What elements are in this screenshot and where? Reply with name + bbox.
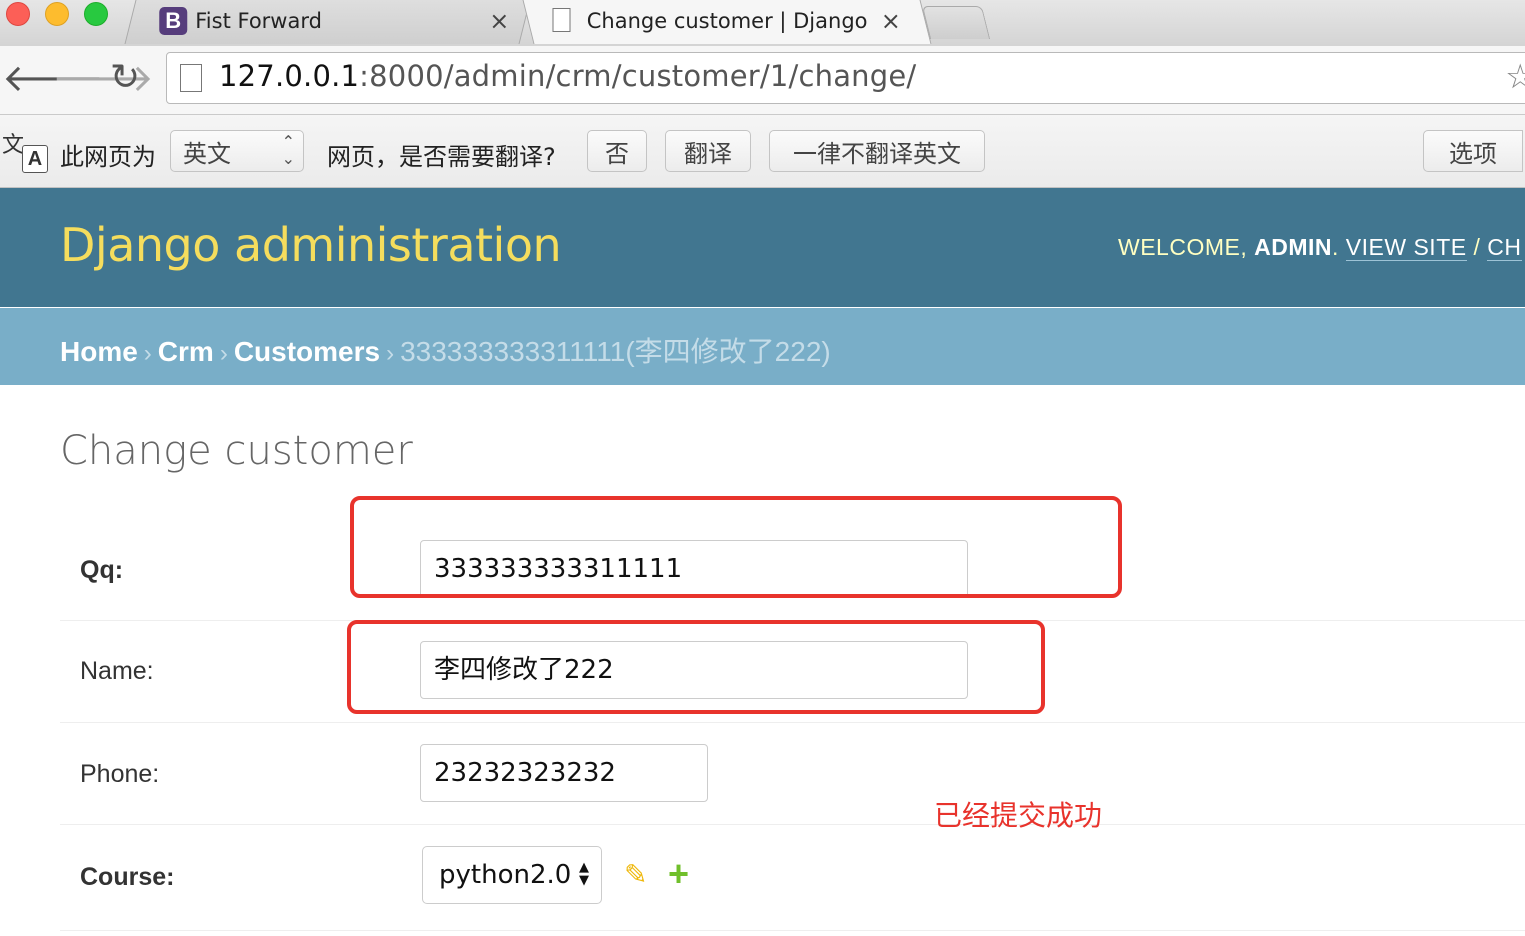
change-password-link[interactable]: CH — [1487, 234, 1522, 261]
qq-label: Qq: — [80, 556, 124, 584]
address-bar[interactable]: 127.0.0.1:8000/admin/crm/customer/1/chan… — [166, 52, 1525, 104]
language-value: 英文 — [183, 139, 231, 168]
browser-toolbar: 🡐 🡒 ↻ 127.0.0.1:8000/admin/crm/customer/… — [0, 46, 1525, 115]
tab-title: Fist Forward — [195, 9, 322, 33]
breadcrumb-crm[interactable]: Crm — [158, 336, 214, 367]
breadcrumb-home[interactable]: Home — [60, 336, 138, 367]
language-select[interactable]: 英文 ⌃ ⌄ — [170, 130, 304, 172]
page-icon — [552, 8, 571, 32]
bootstrap-icon: B — [159, 7, 188, 35]
close-icon[interactable]: × — [489, 7, 509, 35]
username: ADMIN — [1254, 234, 1333, 260]
welcome-text: WELCOME, — [1118, 234, 1255, 260]
admin-header: Django administration WELCOME, ADMIN. VI… — [0, 188, 1525, 307]
translate-button[interactable]: 翻译 — [665, 130, 751, 172]
phone-label: Phone: — [80, 760, 160, 788]
translate-question: 网页，是否需要翻译? — [327, 143, 556, 171]
course-selected-value: python2.0 — [439, 860, 572, 890]
breadcrumb: Home › Crm › Customers › 333333333311111(李四修改了… — [0, 308, 1525, 385]
pencil-icon[interactable]: ✎ — [624, 858, 647, 891]
new-tab-button[interactable] — [921, 6, 991, 39]
breadcrumb-customers[interactable]: Customers — [234, 336, 380, 367]
page-title: Change customer — [60, 428, 413, 474]
no-button[interactable]: 否 — [587, 130, 647, 172]
breadcrumb-separator: › — [143, 340, 152, 367]
highlight-box-name — [347, 620, 1045, 714]
name-label: Name: — [80, 657, 154, 685]
star-icon[interactable]: ☆ — [1505, 57, 1525, 97]
close-window-button[interactable] — [6, 2, 30, 26]
site-name[interactable]: Django administration — [60, 218, 562, 272]
phone-input[interactable]: 23232323232 — [420, 744, 708, 802]
course-select[interactable]: python2.0 ▲ ▼ — [422, 846, 602, 904]
tab-fist-forward[interactable]: B Fist Forward × — [124, 0, 531, 44]
tab-bar: B Fist Forward × Change customer | Djang… — [0, 0, 1525, 47]
course-label: Course: — [80, 863, 175, 891]
breadcrumb-current: 333333333311111(李四修改了222) — [400, 336, 831, 367]
translate-bar: 文A 此网页为 英文 ⌃ ⌄ 网页，是否需要翻译? 否 翻译 一律不翻译英文 选项 — [0, 115, 1525, 188]
zoom-window-button[interactable] — [84, 2, 108, 26]
breadcrumb-separator: › — [386, 340, 395, 367]
tab-title: Change customer | Django — [586, 9, 868, 33]
url-text: 127.0.0.1:8000/admin/crm/customer/1/chan… — [219, 59, 917, 93]
minimize-window-button[interactable] — [45, 2, 69, 26]
reload-icon[interactable]: ↻ — [110, 52, 140, 104]
form-row-course: Course: python2.0 ▲ ▼ ✎ + — [60, 825, 1525, 931]
close-icon[interactable]: × — [881, 7, 901, 35]
translate-icon: 文A — [2, 127, 48, 177]
user-tools: WELCOME, ADMIN. VIEW SITE / CH — [1118, 234, 1522, 261]
options-button[interactable]: 选项 — [1423, 130, 1523, 172]
updown-icon: ⌃ ⌄ — [281, 132, 295, 168]
breadcrumb-separator: › — [219, 340, 228, 367]
annotation-text: 已经提交成功 — [934, 799, 1103, 832]
view-site-link[interactable]: VIEW SITE — [1345, 234, 1467, 261]
never-translate-button[interactable]: 一律不翻译英文 — [769, 130, 985, 172]
form-row-phone: Phone: 23232323232 — [60, 723, 1525, 825]
select-arrows-icon: ▲ ▼ — [579, 860, 589, 888]
plus-icon[interactable]: + — [668, 853, 689, 895]
highlight-box-qq — [350, 496, 1122, 598]
tab-change-customer[interactable]: Change customer | Django × — [522, 0, 932, 44]
translate-prompt: 此网页为 — [60, 143, 156, 171]
page-icon — [180, 64, 202, 92]
